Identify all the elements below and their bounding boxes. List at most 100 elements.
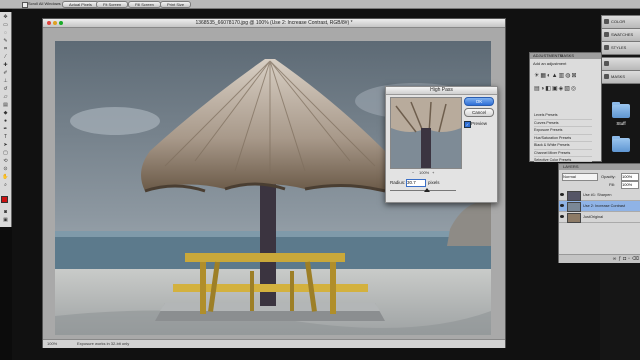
radius-label: Radius: <box>390 180 406 185</box>
adjustments-panel-tab[interactable]: ADJUSTMENTS <box>601 57 640 78</box>
move-tool-icon[interactable]: ✥ <box>2 15 9 20</box>
add-adjustment-label: Add an adjustment <box>533 61 567 66</box>
dialog-title: High Pass <box>386 87 497 95</box>
document-title: 1368535_66078170.jpg @ 100% (Use 2: Incr… <box>195 20 353 26</box>
quick-mask-icon[interactable]: ◙ <box>2 210 9 215</box>
ok-button[interactable]: OK <box>464 97 494 106</box>
styles-icon <box>604 45 609 51</box>
fill-screen-button[interactable]: Fill Screen <box>128 1 161 8</box>
blend-mode-select[interactable]: Normal <box>562 173 598 181</box>
status-bar: 100% Exposure works in 32-bit only <box>43 339 505 348</box>
preset-hue-saturation[interactable]: Hue/Saturation Presets <box>534 135 592 142</box>
actual-pixels-button[interactable]: Actual Pixels <box>62 1 99 8</box>
layers-tab[interactable]: LAYERS <box>563 164 579 169</box>
screen-mode-icon[interactable]: ▣ <box>2 218 9 223</box>
zoom-tool-icon[interactable]: ⌕ <box>2 183 9 188</box>
zoom-window-icon[interactable] <box>59 21 63 25</box>
visibility-eye-icon[interactable] <box>560 193 564 196</box>
layer-thumbnail <box>567 191 581 201</box>
layer-row[interactable]: JustOriginal <box>559 212 640 223</box>
layer-thumbnail <box>567 213 581 223</box>
crop-tool-icon[interactable]: ⌗ <box>2 47 9 52</box>
blur-tool-icon[interactable]: ◆ <box>2 111 9 116</box>
zoom-level[interactable]: 100% <box>47 340 57 348</box>
options-bar: Scroll All Windows Actual Pixels Fit Scr… <box>0 0 640 9</box>
preset-channel-mixer[interactable]: Channel Mixer Presets <box>534 150 592 157</box>
fit-screen-button[interactable]: Fit Screen <box>96 1 129 8</box>
adjustments-panel: ADJUSTMENTS MASKS Add an adjustment ☀▦◐▲… <box>529 52 602 162</box>
visibility-eye-icon[interactable] <box>560 204 564 207</box>
opacity-input[interactable]: 100% <box>621 173 639 181</box>
eraser-tool-icon[interactable]: ▱ <box>2 95 9 100</box>
folder-label-stuff: Stuff <box>616 121 626 126</box>
layer-name: Use 2: Increase Contrast <box>583 204 625 208</box>
folder-icon-stuff[interactable] <box>612 102 630 118</box>
layer-row-selected[interactable]: Use 2: Increase Contrast <box>559 201 640 212</box>
swatches-icon <box>604 32 609 38</box>
swatches-panel-tab[interactable]: SWATCHES <box>601 28 640 42</box>
eyedropper-tool-icon[interactable]: ⁄ <box>2 55 9 60</box>
filter-preview[interactable] <box>390 97 462 169</box>
path-select-tool-icon[interactable]: ➤ <box>2 143 9 148</box>
3d-orbit-tool-icon[interactable]: ⊙ <box>2 167 9 172</box>
folder-icon[interactable] <box>612 136 630 152</box>
layer-row[interactable]: Use #1: Sharpen <box>559 190 640 201</box>
layers-panel: LAYERS Normal Opacity: 100% Fill: 100% U… <box>558 163 640 263</box>
fill-input[interactable]: 100% <box>621 181 639 189</box>
type-tool-icon[interactable]: T <box>2 135 9 140</box>
adjustments-icon <box>604 61 609 67</box>
document-titlebar: 1368535_66078170.jpg @ 100% (Use 2: Incr… <box>43 19 505 28</box>
layers-panel-footer: ∞ƒ◘▫⌫ <box>559 254 640 263</box>
toolbox: ✥ ▭ ◌ ✎ ⌗ ⁄ ✚ ✐ ⊥ ↺ ▱ ▤ ◆ ● ✒ T ➤ ▢ ⟲ ⊙ … <box>0 12 12 227</box>
layer-thumbnail <box>567 202 581 212</box>
preview-image <box>391 98 461 168</box>
gradient-tool-icon[interactable]: ▤ <box>2 103 9 108</box>
preview-zoom-level: 100% <box>419 170 430 175</box>
dodge-tool-icon[interactable]: ● <box>2 119 9 124</box>
cancel-button[interactable]: Cancel <box>464 108 494 117</box>
opacity-label: Opacity: <box>601 174 616 179</box>
healing-tool-icon[interactable]: ✚ <box>2 63 9 68</box>
3d-rotate-tool-icon[interactable]: ⟲ <box>2 159 9 164</box>
layer-name: Use #1: Sharpen <box>583 193 612 197</box>
adjustments-tab[interactable]: ADJUSTMENTS <box>533 53 563 59</box>
stamp-tool-icon[interactable]: ⊥ <box>2 79 9 84</box>
adjustment-icons-grid[interactable]: ☀▦◐▲▥◍⊠ ▤◑◧▣◈▧◎ <box>534 70 597 96</box>
history-brush-tool-icon[interactable]: ↺ <box>2 87 9 92</box>
quick-select-tool-icon[interactable]: ✎ <box>2 39 9 44</box>
masks-panel-tab[interactable]: MASKS <box>601 70 640 84</box>
pen-tool-icon[interactable]: ✒ <box>2 127 9 132</box>
close-window-icon[interactable] <box>47 21 51 25</box>
adjustments-panel-header: ADJUSTMENTS MASKS <box>530 53 601 59</box>
foreground-color-swatch[interactable] <box>1 196 8 203</box>
marquee-tool-icon[interactable]: ▭ <box>2 23 9 28</box>
high-pass-dialog: High Pass − 100% + OK Cancel ✓ Preview R… <box>385 86 498 203</box>
preset-levels[interactable]: Levels Presets <box>534 112 592 120</box>
lasso-tool-icon[interactable]: ◌ <box>2 31 9 36</box>
radius-input[interactable]: 30.7 <box>406 179 426 187</box>
color-panel-tab[interactable]: COLOR <box>601 15 640 29</box>
preview-label: Preview <box>471 121 488 126</box>
delete-layer-icon[interactable]: ⌫ <box>632 256 640 262</box>
styles-panel-tab[interactable]: STYLES <box>601 41 640 55</box>
preset-exposure[interactable]: Exposure Presets <box>534 127 592 135</box>
preset-black-white[interactable]: Black & White Presets <box>534 142 592 150</box>
visibility-eye-icon[interactable] <box>560 215 564 218</box>
radius-units: pixels <box>428 180 440 185</box>
preview-checkbox[interactable]: ✓ <box>464 121 471 128</box>
preview-zoom-out-icon[interactable]: − <box>412 170 414 175</box>
print-size-button[interactable]: Print Size <box>160 1 192 8</box>
radius-slider-track[interactable] <box>390 190 456 191</box>
masks-tab[interactable]: MASKS <box>560 53 574 59</box>
shape-tool-icon[interactable]: ▢ <box>2 151 9 156</box>
scroll-all-windows-label: Scroll All Windows <box>28 1 61 6</box>
preview-zoom-in-icon[interactable]: + <box>432 170 434 175</box>
preset-selective-color[interactable]: Selective Color Presets <box>534 157 592 162</box>
hand-tool-icon[interactable]: ✋ <box>2 175 9 180</box>
preset-curves[interactable]: Curves Presets <box>534 120 592 127</box>
status-text[interactable]: Exposure works in 32-bit only <box>77 340 129 348</box>
minimize-window-icon[interactable] <box>53 21 57 25</box>
radius-slider-thumb[interactable] <box>424 188 430 192</box>
brush-tool-icon[interactable]: ✐ <box>2 71 9 76</box>
layers-panel-header: LAYERS <box>559 164 640 170</box>
